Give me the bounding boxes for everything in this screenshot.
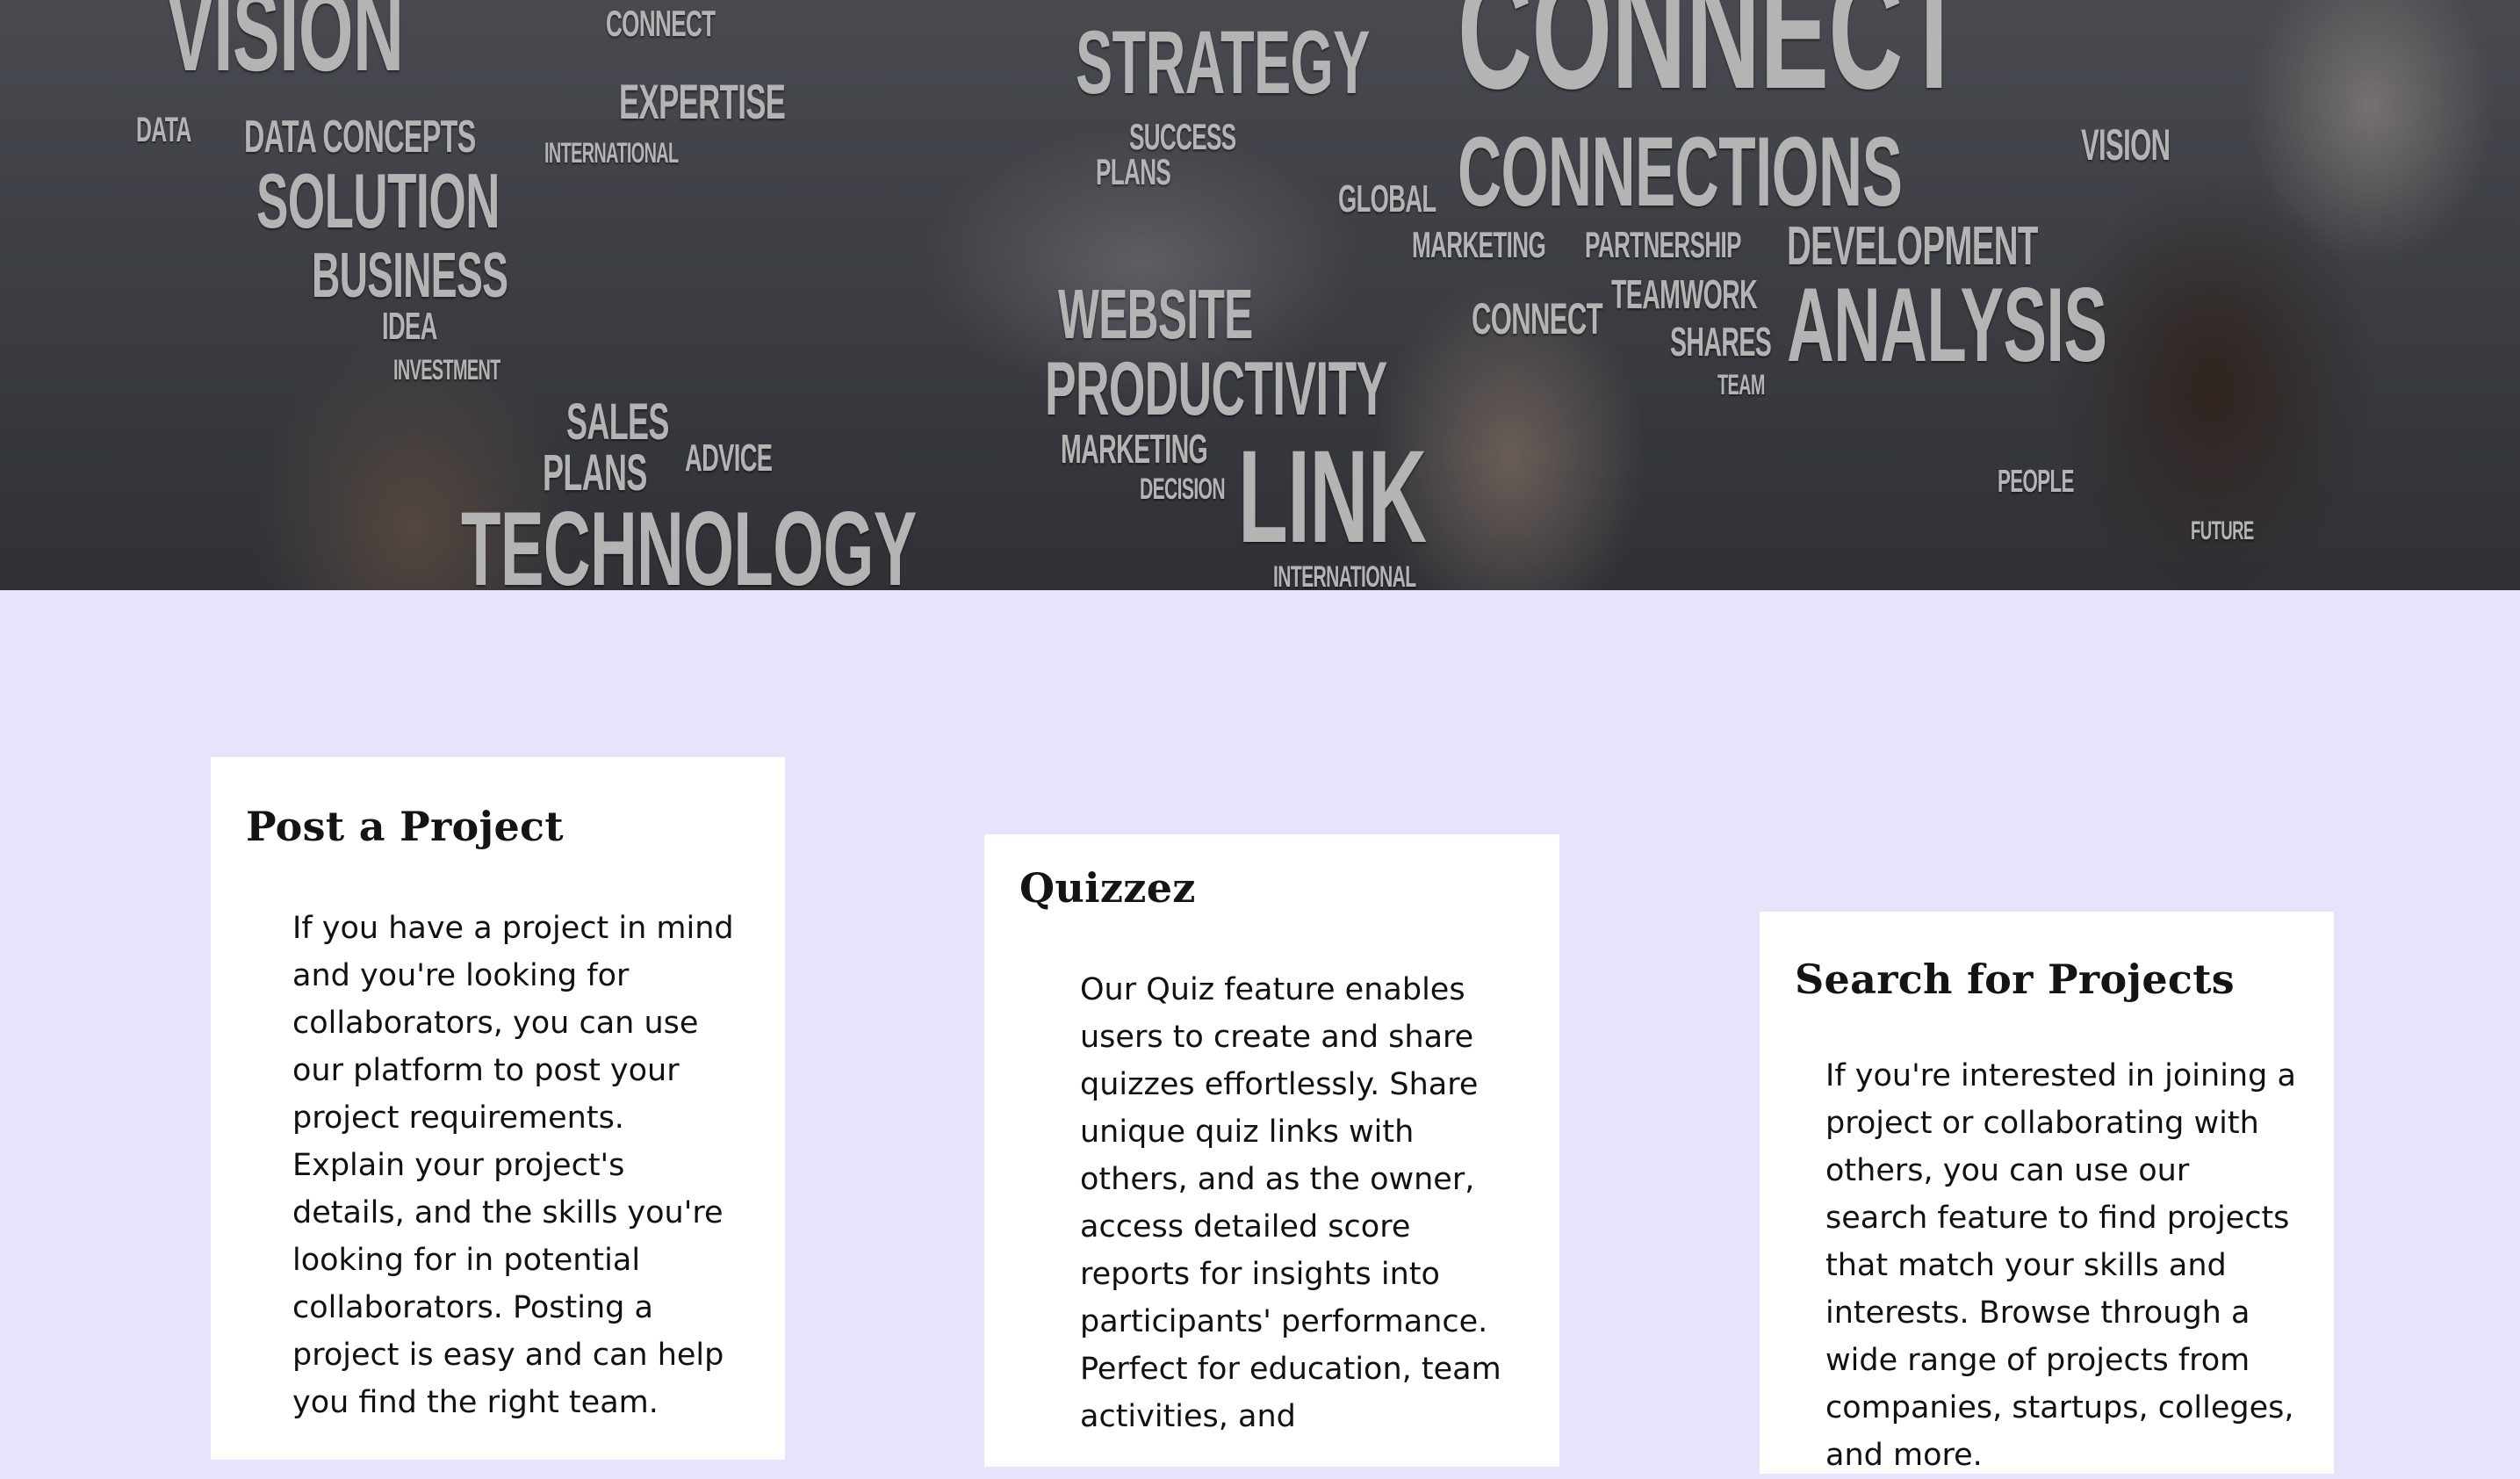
card-post-project: Post a Project If you have a project in … <box>211 757 785 1460</box>
card-description: If you're interested in joining a projec… <box>1825 1058 2296 1473</box>
card-description: If you have a project in mind and you're… <box>292 911 734 1420</box>
card-title: Search for Projects <box>1795 956 2235 1003</box>
card-title: Post a Project <box>246 803 564 850</box>
card-title: Quizzez <box>1019 864 1196 912</box>
hero-banner-image: VISION CONNECT CONNECTIONS STRATEGY SOLU… <box>0 0 2520 590</box>
card-quizzez: Quizzez Our Quiz feature enables users t… <box>984 834 1559 1467</box>
hero-overlay <box>0 0 2520 590</box>
card-search-projects: Search for Projects If you're interested… <box>1760 912 2334 1474</box>
card-description: Our Quiz feature enables users to create… <box>1080 972 1501 1434</box>
